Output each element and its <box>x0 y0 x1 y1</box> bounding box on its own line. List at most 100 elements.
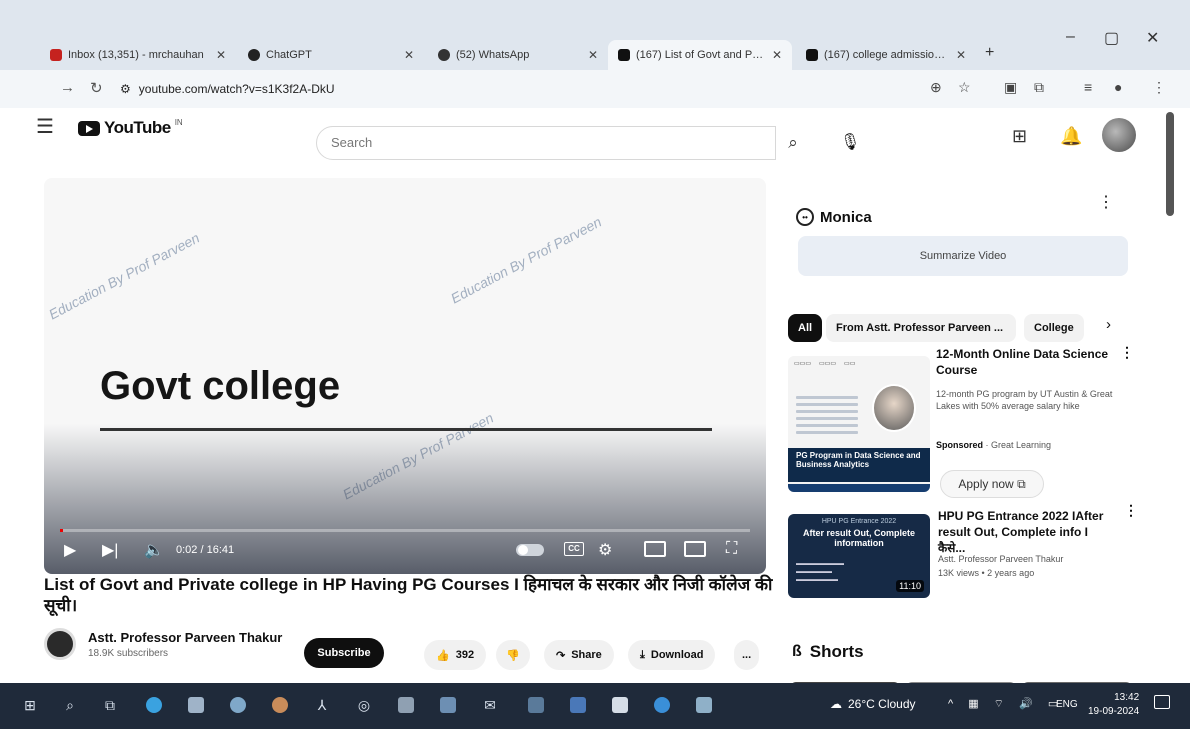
extension-icon[interactable]: ▣ <box>1004 79 1017 96</box>
new-tab-icon[interactable]: + <box>985 44 994 62</box>
download-label: Download <box>650 649 704 661</box>
microphone-icon[interactable]: 🎙 <box>840 132 860 152</box>
tab-gmail[interactable]: Inbox (13,351) - mrchauhan ✕ <box>40 40 236 70</box>
slide-title: Govt college <box>100 364 341 408</box>
calculator-icon[interactable] <box>396 695 416 715</box>
windows-start-icon[interactable]: ⊞ <box>20 695 40 715</box>
minimize-icon[interactable]: – <box>1066 28 1075 46</box>
chip-all[interactable]: All <box>788 314 823 342</box>
maximize-icon[interactable]: ▢ <box>1104 28 1119 48</box>
dislike-button[interactable]: 👎 <box>496 640 530 670</box>
calendar-icon[interactable] <box>610 695 630 715</box>
page-scrollbar[interactable] <box>1166 112 1174 216</box>
tab-youtube-current[interactable]: (167) List of Govt and Priva ✕ <box>608 40 792 70</box>
create-icon[interactable]: ⊞ <box>1012 126 1027 147</box>
app-icon[interactable]: ⅄ <box>312 695 332 715</box>
profile-icon[interactable]: ● <box>1114 79 1122 95</box>
logo-text: YouTube <box>104 118 171 137</box>
subscribe-button[interactable]: Subscribe <box>304 638 384 668</box>
more-actions-button[interactable]: ... <box>734 640 760 670</box>
tab-youtube-college[interactable]: (167) college admission pr ✕ <box>796 40 976 70</box>
ad-thumbnail[interactable]: ▭▭▭ ▭▭▭ ▭▭ PG Program in Data Science and … <box>788 356 930 492</box>
search-icon[interactable]: ⌕ <box>776 126 810 160</box>
channel-name[interactable]: Astt. Professor Parveen Thakur <box>88 630 282 645</box>
mail-icon[interactable]: ✉ <box>480 695 500 715</box>
chrome-icon[interactable] <box>228 695 248 715</box>
search-input[interactable]: Search <box>316 126 776 160</box>
share-button[interactable]: ↷ Share <box>544 640 614 670</box>
tab-whatsapp[interactable]: (52) WhatsApp ✕ <box>428 40 608 70</box>
sidebar-toggle-icon[interactable]: ≡ <box>1084 79 1092 95</box>
url-field[interactable]: ⚙ youtube.com/watch?v=s1K3f2A-DkU <box>110 76 930 102</box>
ad-thumbnail-footer <box>788 484 930 492</box>
theater-mode-icon[interactable] <box>684 541 706 557</box>
app-icon[interactable] <box>526 695 546 715</box>
close-icon[interactable]: ✕ <box>404 48 414 62</box>
settings-gear-icon[interactable]: ⚙ <box>598 540 612 560</box>
logo-country: IN <box>174 118 183 127</box>
apply-now-button[interactable]: Apply now ⧉ <box>940 470 1044 498</box>
app-icon[interactable] <box>652 695 672 715</box>
video-more-icon[interactable]: ⋮ <box>1124 502 1138 519</box>
chevron-right-icon[interactable]: › <box>1106 316 1111 333</box>
photos-icon[interactable] <box>438 695 458 715</box>
puzzle-icon[interactable]: ⧉ <box>1034 79 1044 96</box>
ad-more-icon[interactable]: ⋮ <box>1120 344 1134 361</box>
task-view-icon[interactable]: ⧉ <box>100 695 120 715</box>
word-icon[interactable] <box>568 695 588 715</box>
related-video-title[interactable]: HPU PG Entrance 2022 IAfter result Out, … <box>938 508 1116 556</box>
firefox-icon[interactable] <box>270 695 290 715</box>
back-icon[interactable]: → <box>60 79 75 96</box>
fullscreen-icon[interactable]: ⛶ <box>726 540 737 558</box>
close-icon[interactable]: ✕ <box>216 48 226 62</box>
youtube-logo[interactable]: YouTube IN <box>78 118 183 138</box>
taskbar-clock[interactable]: 13:42 19-09-2024 <box>1088 691 1139 719</box>
account-avatar[interactable] <box>1102 118 1136 152</box>
browser-menu-icon[interactable]: ⋮ <box>1152 79 1166 96</box>
download-button[interactable]: ⤓ Download <box>628 640 716 670</box>
notification-center-icon[interactable] <box>1154 695 1170 709</box>
related-video-channel[interactable]: Astt. Professor Parveen Thakur <box>938 554 1063 564</box>
bookmark-star-icon[interactable]: ☆ <box>958 79 971 96</box>
apply-label: Apply now <box>958 477 1014 491</box>
close-icon[interactable]: ✕ <box>772 48 782 62</box>
chip-college[interactable]: College <box>1024 314 1084 342</box>
notifications-icon[interactable]: 🔔 <box>1060 126 1082 147</box>
video-player[interactable]: Education By Prof Parveen Education By P… <box>44 178 766 574</box>
file-explorer-icon[interactable] <box>186 695 206 715</box>
menu-icon[interactable]: ☰ <box>36 114 54 139</box>
shorts-icon: ß <box>792 643 802 660</box>
close-icon[interactable]: ✕ <box>956 48 966 62</box>
window-close-icon[interactable]: ✕ <box>1146 28 1159 48</box>
edge-icon[interactable] <box>144 695 164 715</box>
miniplayer-icon[interactable] <box>644 541 666 557</box>
weather-widget[interactable]: ☁ 26°C Cloudy <box>830 697 916 711</box>
summarize-video-button[interactable]: Summarize Video <box>798 236 1128 276</box>
chat-icon[interactable]: ◎ <box>354 695 374 715</box>
system-tray-icons[interactable]: ^ ▦ ⌔ 🔊 ▭ <box>948 697 1064 711</box>
monica-more-icon[interactable]: ⋮ <box>1098 192 1114 212</box>
progress-bar[interactable] <box>60 529 750 532</box>
subscriber-count: 18.9K subscribers <box>88 648 169 659</box>
captions-button[interactable]: CC <box>564 542 584 556</box>
ad-title[interactable]: 12-Month Online Data Science Course <box>936 346 1114 378</box>
app-icon[interactable] <box>694 695 714 715</box>
like-button[interactable]: 👍 392 <box>424 640 487 670</box>
install-app-icon[interactable]: ⊕ <box>930 79 942 96</box>
language-indicator[interactable]: ENG <box>1056 699 1078 710</box>
next-icon[interactable]: ▶| <box>102 540 118 560</box>
site-info-icon[interactable]: ⚙ <box>120 82 131 96</box>
reload-icon[interactable]: ↻ <box>90 79 103 97</box>
chip-from-channel[interactable]: From Astt. Professor Parveen ... <box>826 314 1016 342</box>
autoplay-toggle[interactable] <box>516 544 544 556</box>
player-controls: ▶ ▶| 🔈 0:02 / 16:41 CC ⚙ ⛶ <box>44 538 766 566</box>
windows-taskbar: ⊞ ⌕ ⧉ ⅄ ◎ ✉ ☁ 26°C Cloudy ^ ▦ ⌔ 🔊 ▭ ENG … <box>0 683 1190 729</box>
video-thumbnail[interactable]: HPU PG Entrance 2022 After result Out, C… <box>788 514 930 598</box>
taskbar-search-icon[interactable]: ⌕ <box>60 695 80 715</box>
volume-icon[interactable]: 🔈 <box>144 540 164 560</box>
close-icon[interactable]: ✕ <box>588 48 598 62</box>
channel-avatar[interactable] <box>44 628 76 660</box>
play-icon[interactable]: ▶ <box>64 540 76 560</box>
monica-title-text: Monica <box>820 208 872 226</box>
tab-chatgpt[interactable]: ChatGPT ✕ <box>238 40 424 70</box>
